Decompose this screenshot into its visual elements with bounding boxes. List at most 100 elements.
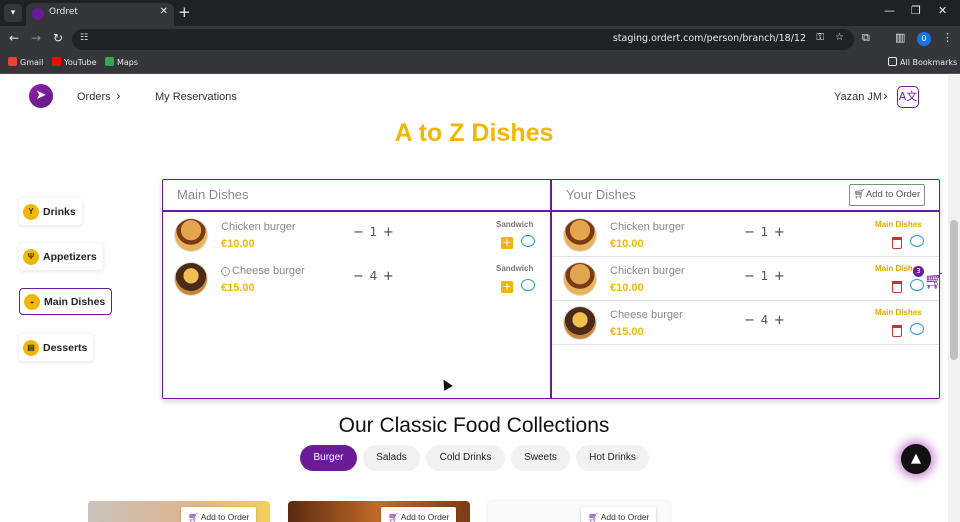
minus-button[interactable]: − (744, 313, 756, 328)
bookmark-maps[interactable]: Maps (105, 57, 138, 67)
minus-button[interactable]: − (353, 269, 365, 284)
page-scrollbar[interactable] (948, 75, 960, 522)
category-drinks[interactable]: Y Drinks (19, 198, 82, 225)
plus-button[interactable]: + (774, 225, 786, 240)
profile-avatar[interactable]: 0 (917, 32, 931, 46)
menu-dish-row[interactable]: Chicken burger €10.00 −1 + Sandwich + (163, 213, 549, 257)
password-key-icon[interactable]: ⚿ (816, 32, 824, 43)
cart-icon[interactable]: 🛒︎ (924, 271, 944, 290)
plus-button[interactable]: + (774, 313, 786, 328)
tab-hot-drinks[interactable]: Hot Drinks (576, 445, 649, 471)
order-dish-row[interactable]: Cheese burger €15.00 −4 + Main Dishes (552, 301, 939, 345)
user-name[interactable]: Yazan JM (834, 91, 882, 103)
window-close-button[interactable]: ✕ (938, 4, 947, 17)
add-dish-icon[interactable]: + (501, 237, 513, 249)
cart-icon: 🛒︎ (388, 512, 401, 522)
bookmark-youtube[interactable]: YouTube (52, 57, 97, 67)
info-icon[interactable]: i (221, 267, 230, 276)
site-info-icon[interactable]: ☷ (80, 33, 92, 45)
comment-icon[interactable] (910, 323, 924, 335)
browser-tab[interactable]: Ordret ✕ (26, 3, 174, 26)
card-add-to-order-button[interactable]: 🛒︎ Add to Order (381, 507, 457, 522)
plus-button[interactable]: + (383, 225, 395, 240)
tab-burger[interactable]: Burger (300, 445, 357, 471)
cart-icon: 🛒︎ (853, 189, 866, 200)
extensions-icon[interactable]: ⧉ (862, 31, 870, 45)
dish-category: Sandwich (496, 264, 534, 273)
side-panel-icon[interactable]: ▥ (895, 31, 905, 44)
reload-button[interactable]: ↻ (53, 31, 63, 45)
quantity-value: 4 (760, 313, 770, 327)
bookmark-label: Gmail (20, 58, 44, 67)
scroll-to-top-button[interactable]: ▲ (901, 444, 931, 474)
tab-sweets[interactable]: Sweets (511, 445, 570, 471)
trash-icon[interactable] (892, 325, 902, 337)
page-title: A to Z Dishes (394, 119, 554, 147)
new-tab-button[interactable]: + (178, 3, 191, 21)
bookmark-gmail[interactable]: Gmail (8, 57, 43, 67)
comment-icon[interactable] (521, 279, 535, 291)
category-label: Appetizers (43, 250, 97, 263)
cart-icon: 🛒︎ (588, 512, 601, 522)
address-bar[interactable]: ☷ staging.ordert.com/person/branch/18/12… (72, 29, 854, 50)
cloche-icon: ◒ (24, 293, 40, 310)
language-translate-icon[interactable]: A文 (897, 86, 919, 108)
category-label: Drinks (43, 205, 76, 218)
ordret-favicon (32, 8, 44, 20)
all-bookmarks[interactable]: All Bookmarks (888, 57, 957, 67)
category-appetizers[interactable]: Ψ Appetizers (19, 243, 103, 270)
scrollbar-thumb[interactable] (950, 220, 958, 360)
dish-price: €15.00 (610, 326, 644, 338)
url-text: staging.ordert.com/person/branch/18/12 (612, 33, 806, 44)
browser-menu-icon[interactable]: ⋮ (942, 31, 953, 44)
food-card[interactable]: 🛒︎ Add to Order (288, 501, 470, 522)
order-dish-row[interactable]: Chicken burger €10.00 −1 + Main Dishes (552, 213, 939, 257)
dish-name-text: Cheese burger (232, 265, 305, 277)
dish-price: €10.00 (610, 282, 644, 294)
add-to-order-button[interactable]: 🛒︎Add to Order (849, 184, 925, 206)
bookmark-label: Maps (117, 58, 139, 67)
order-dish-row[interactable]: Chicken burger €10.00 −1 + Main Dishes (552, 257, 939, 301)
your-dishes-title: Your Dishes (566, 187, 636, 202)
dish-category: Sandwich (496, 220, 534, 229)
category-desserts[interactable]: ▤ Desserts (19, 334, 94, 361)
card-add-to-order-button[interactable]: 🛒︎ Add to Order (181, 507, 257, 522)
nav-orders[interactable]: Orders (77, 91, 111, 103)
trash-icon[interactable] (892, 237, 902, 249)
quantity-value: 4 (369, 269, 379, 283)
dish-name: Cheese burger (610, 309, 683, 321)
dish-name: i Cheese burger (221, 265, 305, 277)
add-dish-icon[interactable]: + (501, 281, 513, 293)
minus-button[interactable]: − (353, 225, 365, 240)
comment-icon[interactable] (910, 279, 924, 291)
bookmark-star-icon[interactable]: ☆ (835, 32, 844, 43)
dish-name: Chicken burger (610, 265, 685, 277)
back-button[interactable]: ← (9, 31, 19, 45)
tab-search-button[interactable]: ▾ (4, 4, 22, 22)
minus-button[interactable]: − (744, 225, 756, 240)
dish-name: Chicken burger (221, 221, 296, 233)
quantity-stepper: −4 + (744, 313, 786, 328)
tab-cold-drinks[interactable]: Cold Drinks (426, 445, 505, 471)
tab-close-button[interactable]: ✕ (160, 6, 168, 17)
food-card[interactable]: 🛒︎ Add to Order (88, 501, 270, 522)
dish-image (564, 307, 596, 339)
trash-icon[interactable] (892, 281, 902, 293)
ordert-logo[interactable]: ➤ (29, 84, 53, 108)
panel-header-divider (163, 210, 939, 212)
plus-button[interactable]: + (774, 269, 786, 284)
food-card[interactable]: 🛒︎ Add to Order (488, 501, 670, 522)
maximize-button[interactable]: ❐ (911, 4, 921, 17)
comment-icon[interactable] (910, 235, 924, 247)
card-add-to-order-button[interactable]: 🛒︎ Add to Order (581, 507, 657, 522)
category-main-dishes[interactable]: ◒ Main Dishes (19, 288, 113, 315)
plus-button[interactable]: + (383, 269, 395, 284)
minus-button[interactable]: − (744, 269, 756, 284)
forward-button[interactable]: → (31, 31, 41, 45)
menu-dish-row[interactable]: i Cheese burger €15.00 −4 + Sandwich + (163, 257, 549, 301)
tab-salads[interactable]: Salads (363, 445, 420, 471)
comment-icon[interactable] (521, 235, 535, 247)
bookmarks-bar: Gmail YouTube Maps All Bookmarks (0, 52, 960, 74)
nav-my-reservations[interactable]: My Reservations (155, 91, 237, 103)
minimize-button[interactable]: — (884, 4, 895, 17)
